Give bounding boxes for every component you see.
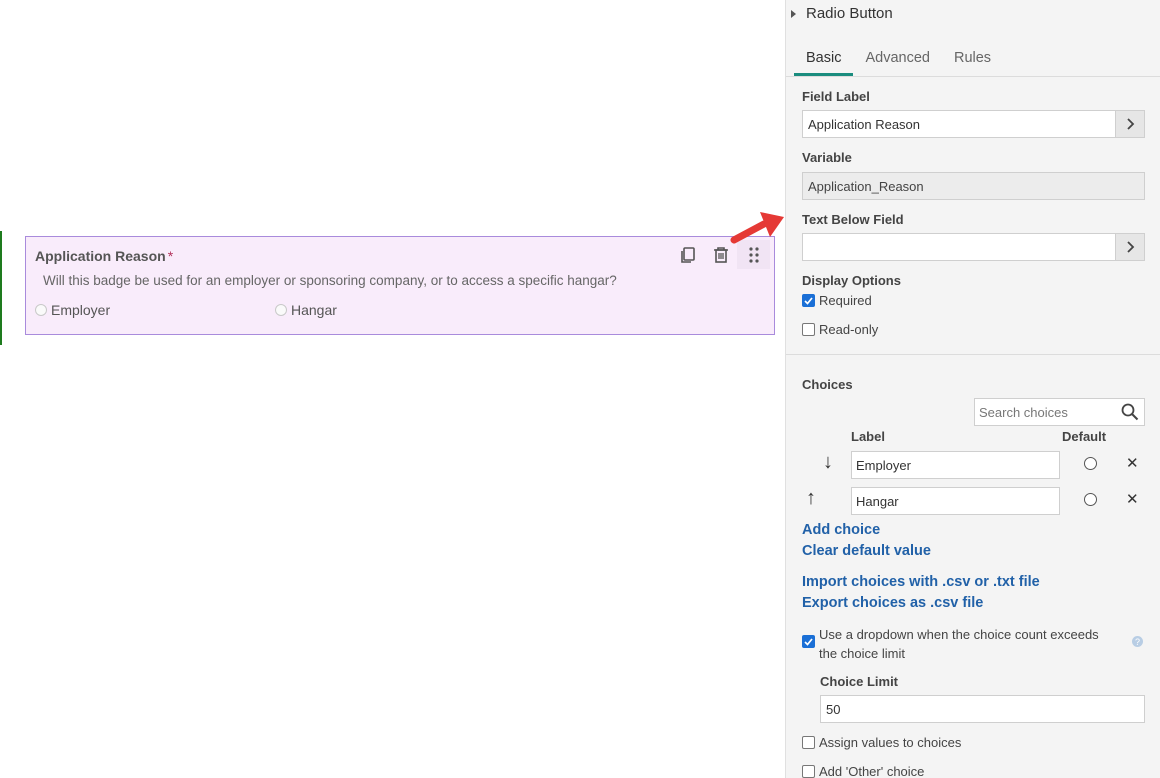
required-checkbox-row[interactable]: Required <box>802 293 872 308</box>
default-radio[interactable] <box>1084 457 1097 470</box>
radio-option-employer[interactable]: Employer <box>35 302 110 318</box>
choice-row: ↓ Employer ✕ <box>786 451 1160 479</box>
readonly-label: Read-only <box>819 322 879 337</box>
chevron-right-icon[interactable] <box>1115 110 1145 138</box>
clear-default-link[interactable]: Clear default value <box>802 543 931 559</box>
field-label-value: Application Reason <box>808 116 921 132</box>
search-icon[interactable] <box>1121 403 1139 424</box>
chevron-right-icon[interactable] <box>1115 233 1145 261</box>
field-title-text: Application Reason <box>35 248 166 264</box>
choices-default-column: Default <box>1062 429 1107 444</box>
required-checkbox[interactable] <box>802 294 815 307</box>
selection-indicator <box>0 231 2 345</box>
copy-icon[interactable] <box>671 240 704 269</box>
other-choice-checkbox[interactable] <box>802 765 815 778</box>
choices-heading: Choices <box>802 377 853 392</box>
choice-row: ↑ Hangar ✕ <box>786 487 1160 515</box>
choice-limit-input[interactable]: 50 <box>820 695 1145 723</box>
required-label: Required <box>819 293 872 308</box>
other-choice-label: Add 'Other' choice <box>819 764 925 778</box>
dropdown-option-row[interactable]: Use a dropdown when the choice count exc… <box>802 625 1099 663</box>
tab-bar: Basic Advanced Rules <box>794 46 1003 76</box>
radio-field-card[interactable]: Application Reason * Will this badge be u… <box>25 236 775 335</box>
import-choices-link[interactable]: Import choices with .csv or .txt file <box>802 574 1040 590</box>
choice-label-value: Employer <box>856 457 911 473</box>
readonly-checkbox[interactable] <box>802 323 815 336</box>
assign-values-label: Assign values to choices <box>819 735 962 750</box>
choice-limit-heading: Choice Limit <box>820 674 899 689</box>
choice-label-value: Hangar <box>856 493 899 509</box>
remove-choice-icon[interactable]: ✕ <box>1126 454 1139 472</box>
field-label-input[interactable]: Application Reason <box>802 110 1145 138</box>
field-label-heading: Field Label <box>802 89 870 104</box>
choice-label-input[interactable]: Hangar <box>851 487 1060 515</box>
required-marker: * <box>167 248 174 264</box>
help-icon[interactable]: ? <box>1132 636 1143 647</box>
dropdown-option-line1: Use a dropdown when the choice count exc… <box>819 627 1099 642</box>
annotation-arrow-icon <box>730 212 784 244</box>
dropdown-option-line2: the choice limit <box>819 646 905 661</box>
radio-option-label: Employer <box>51 302 111 318</box>
remove-choice-icon[interactable]: ✕ <box>1126 490 1139 508</box>
choice-limit-value: 50 <box>826 701 841 717</box>
panel-title: Radio Button <box>806 5 893 22</box>
field-description: Will this badge be used for an employer … <box>43 273 617 288</box>
choices-label-column: Label <box>851 429 885 444</box>
search-choices-input[interactable]: Search choices <box>974 398 1145 426</box>
dropdown-option-label: Use a dropdown when the choice count exc… <box>819 625 1099 663</box>
dropdown-checkbox[interactable] <box>802 635 815 648</box>
variable-heading: Variable <box>802 150 852 165</box>
properties-panel: Radio Button Basic Advanced Rules Field … <box>785 0 1160 778</box>
display-options-heading: Display Options <box>802 273 901 288</box>
move-up-icon[interactable]: ↑ <box>806 487 816 510</box>
tabs-divider <box>786 76 1160 77</box>
radio-circle[interactable] <box>35 304 47 316</box>
tab-rules[interactable]: Rules <box>942 46 1003 76</box>
variable-value: Application_Reason <box>808 178 924 194</box>
export-choices-link[interactable]: Export choices as .csv file <box>802 595 983 611</box>
section-divider <box>786 354 1160 355</box>
other-choice-row[interactable]: Add 'Other' choice <box>802 764 924 778</box>
variable-input: Application_Reason <box>802 172 1145 200</box>
choice-label-input[interactable]: Employer <box>851 451 1060 479</box>
readonly-checkbox-row[interactable]: Read-only <box>802 322 878 337</box>
tab-advanced[interactable]: Advanced <box>853 46 942 76</box>
field-title: Application Reason * <box>35 248 173 264</box>
radio-circle[interactable] <box>275 304 287 316</box>
tab-basic[interactable]: Basic <box>794 46 854 76</box>
collapse-caret-icon[interactable] <box>791 9 796 18</box>
radio-option-label: Hangar <box>291 302 337 318</box>
panel-header[interactable]: Radio Button <box>791 5 893 22</box>
assign-values-checkbox[interactable] <box>802 736 815 749</box>
move-down-icon[interactable]: ↓ <box>823 451 833 474</box>
default-radio[interactable] <box>1084 493 1097 506</box>
text-below-input[interactable] <box>802 233 1145 261</box>
radio-option-hangar[interactable]: Hangar <box>275 302 337 318</box>
assign-values-row[interactable]: Assign values to choices <box>802 735 961 750</box>
search-placeholder: Search choices <box>979 404 1068 420</box>
text-below-heading: Text Below Field <box>802 212 904 227</box>
add-choice-link[interactable]: Add choice <box>802 522 880 538</box>
form-canvas: Application Reason * Will this badge be u… <box>0 0 785 778</box>
